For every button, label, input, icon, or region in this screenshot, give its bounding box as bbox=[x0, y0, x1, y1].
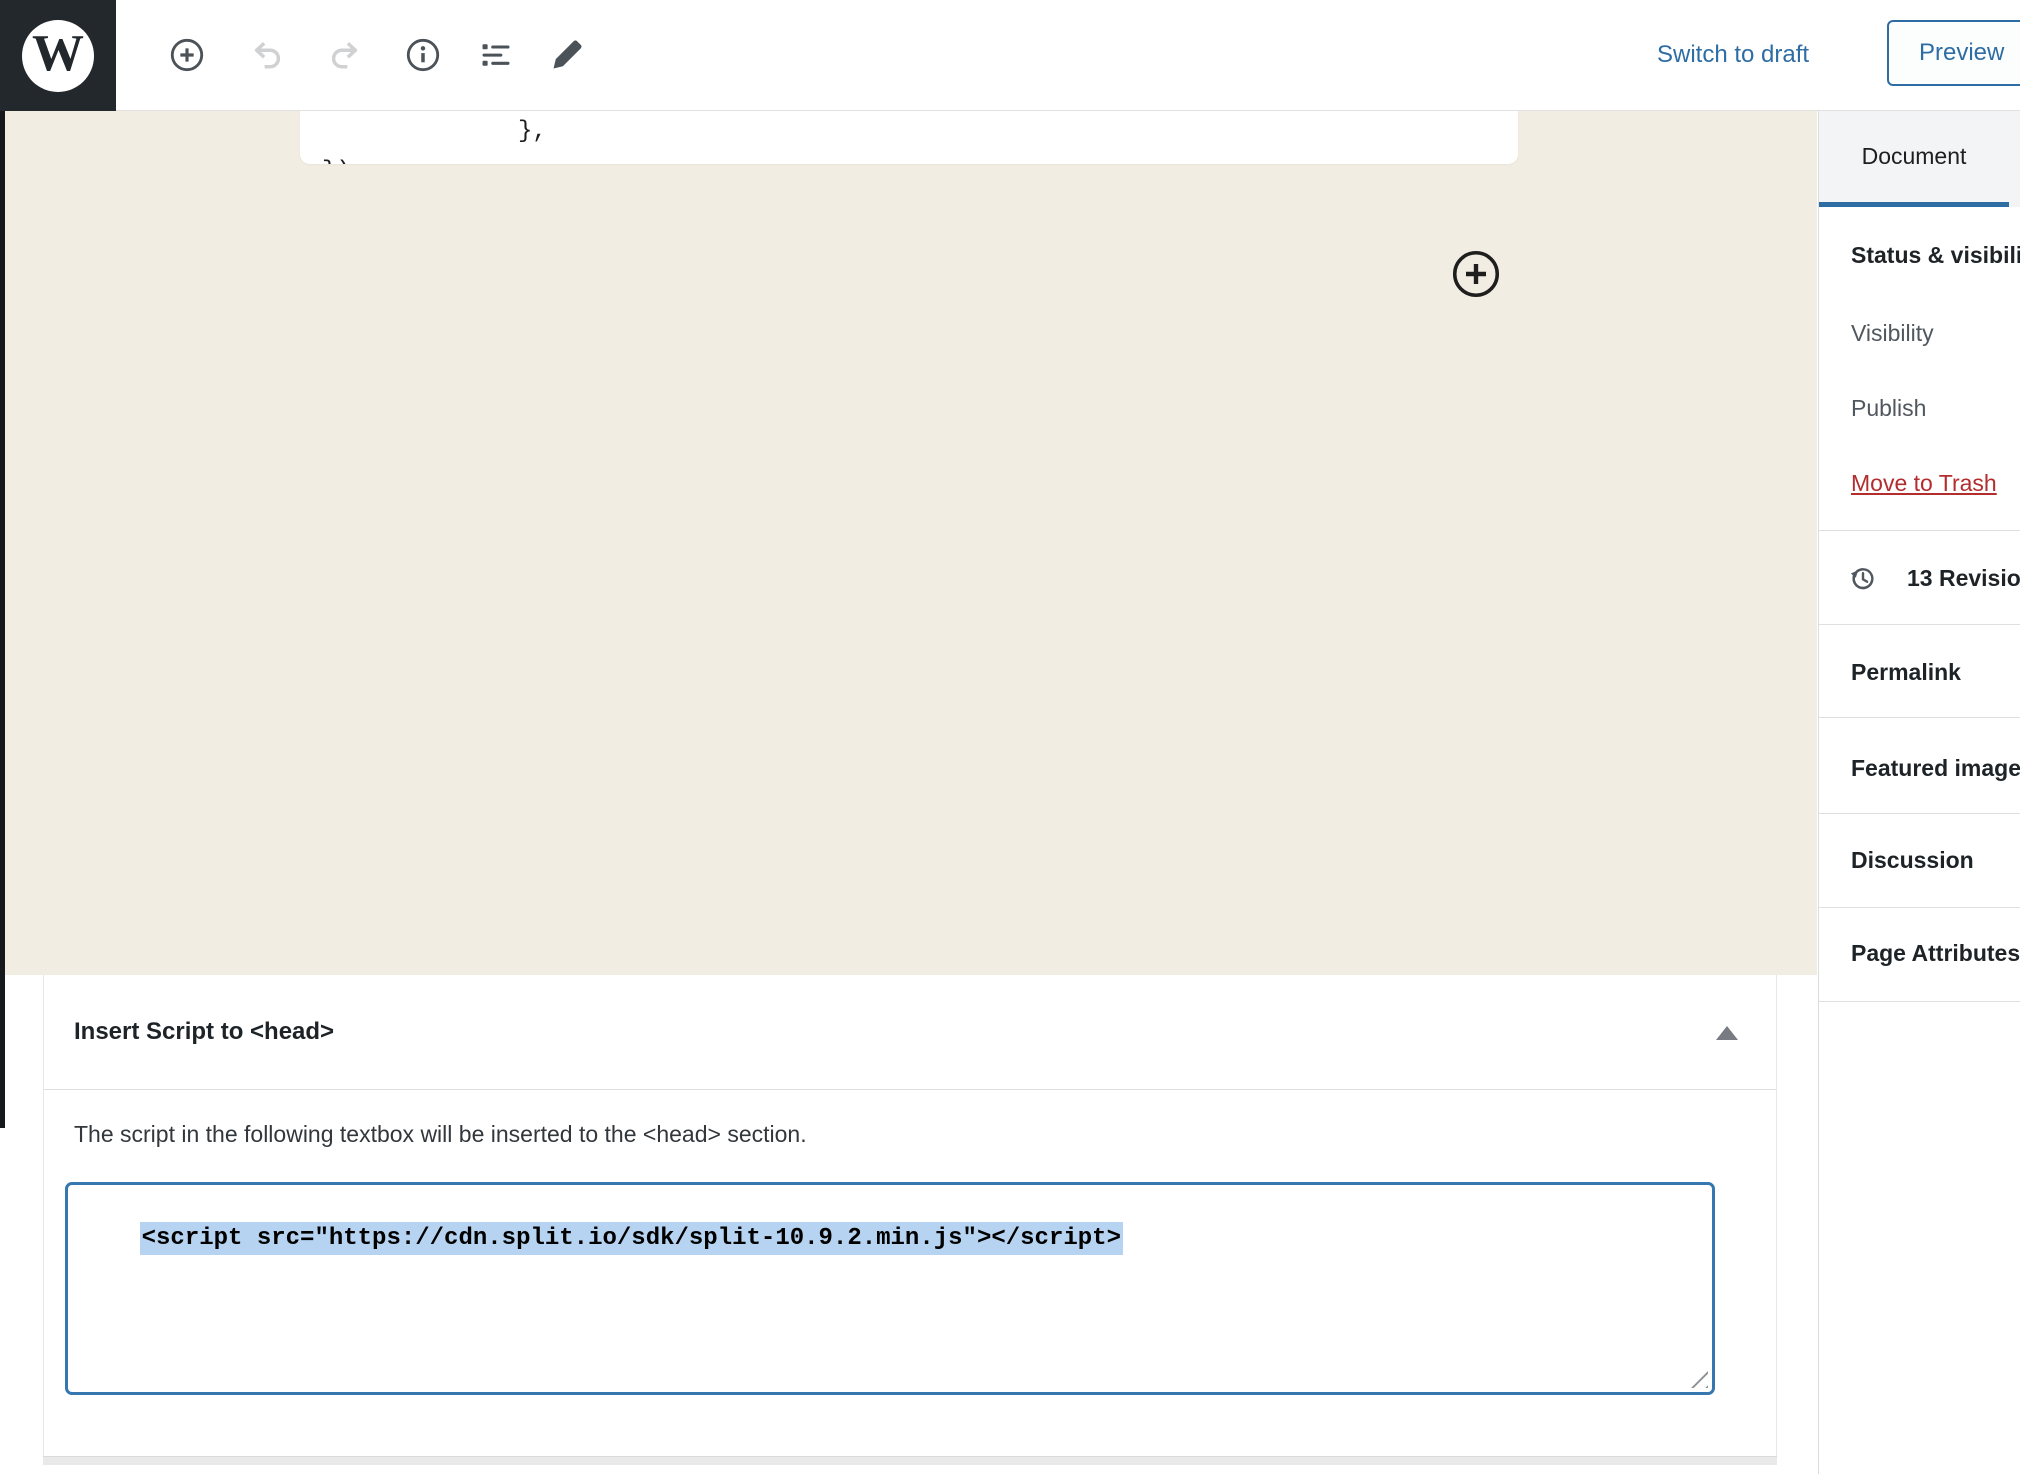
pencil-icon bbox=[548, 36, 586, 74]
info-icon bbox=[404, 36, 442, 74]
divider bbox=[1819, 1001, 2020, 1002]
tab-document[interactable]: Document bbox=[1819, 111, 2009, 207]
preview-button[interactable]: Preview bbox=[1887, 20, 2020, 86]
insert-script-metabox: Insert Script to <head> The script in th… bbox=[43, 975, 1777, 1456]
divider bbox=[1819, 907, 2020, 908]
redo-button[interactable] bbox=[317, 27, 373, 83]
block-navigation-button[interactable] bbox=[468, 27, 524, 83]
editor-toolbar: W bbox=[0, 0, 2020, 111]
collapse-triangle-icon[interactable] bbox=[1716, 1026, 1738, 1040]
add-block-button[interactable] bbox=[159, 27, 215, 83]
panel-featured-image[interactable]: Featured image bbox=[1851, 752, 2020, 784]
list-view-icon bbox=[477, 36, 515, 74]
edit-mode-button[interactable] bbox=[539, 27, 595, 83]
switch-to-draft-link[interactable]: Switch to draft bbox=[1657, 0, 1809, 110]
code-block[interactable]: }, }) bbox=[300, 111, 1518, 164]
block-inserter-button[interactable] bbox=[1451, 249, 1501, 299]
next-metabox-edge bbox=[43, 1456, 1777, 1465]
plus-circle-icon bbox=[1451, 249, 1501, 299]
resize-grip-icon[interactable] bbox=[1691, 1371, 1708, 1388]
panel-status-visibility[interactable]: Status & visibility bbox=[1851, 239, 2020, 271]
wordpress-logo-button[interactable]: W bbox=[0, 0, 116, 111]
code-line: }) bbox=[322, 152, 351, 164]
divider bbox=[1819, 624, 2020, 625]
undo-button[interactable] bbox=[239, 27, 295, 83]
plus-circle-icon bbox=[168, 36, 206, 74]
code-line: }, bbox=[518, 112, 547, 152]
divider bbox=[1819, 813, 2020, 814]
history-clock-icon bbox=[1847, 562, 1879, 594]
metabox-description: The script in the following textbox will… bbox=[74, 1121, 807, 1148]
undo-icon bbox=[248, 36, 286, 74]
metabox-title: Insert Script to <head> bbox=[74, 1018, 334, 1046]
settings-sidebar: Document Status & visibility Visibility … bbox=[1818, 111, 2020, 1474]
panel-page-attributes[interactable]: Page Attributes bbox=[1851, 937, 2020, 969]
redo-icon bbox=[326, 36, 364, 74]
revisions-count-label: 13 Revisions bbox=[1907, 565, 2020, 592]
panel-discussion[interactable]: Discussion bbox=[1851, 844, 1974, 876]
divider bbox=[1819, 717, 2020, 718]
visibility-label: Visibility bbox=[1851, 317, 1934, 349]
panel-permalink[interactable]: Permalink bbox=[1851, 656, 1961, 688]
content-structure-button[interactable] bbox=[395, 27, 451, 83]
editor-canvas: }, }) bbox=[5, 111, 1817, 975]
revisions-button[interactable]: 13 Revisions bbox=[1847, 562, 2020, 594]
metabox-header[interactable]: Insert Script to <head> bbox=[44, 975, 1776, 1090]
sidebar-tabbar: Document bbox=[1819, 111, 2020, 207]
divider bbox=[1819, 530, 2020, 531]
selected-script-text: <script src="https://cdn.split.io/sdk/sp… bbox=[140, 1222, 1123, 1255]
head-script-textarea[interactable]: <script src="https://cdn.split.io/sdk/sp… bbox=[65, 1182, 1715, 1395]
publish-label: Publish bbox=[1851, 392, 1926, 424]
move-to-trash-link[interactable]: Move to Trash bbox=[1851, 467, 1997, 499]
wordpress-logo-icon: W bbox=[22, 20, 94, 92]
